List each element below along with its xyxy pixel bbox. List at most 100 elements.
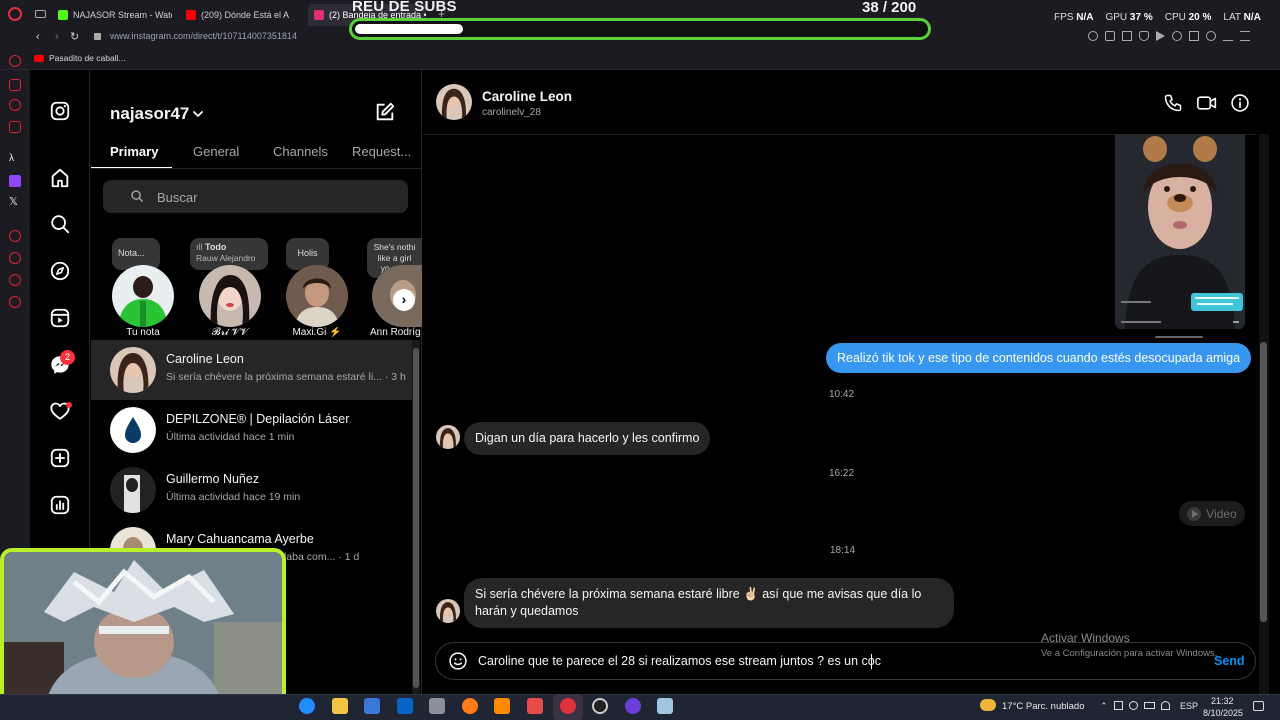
profile-icon[interactable] <box>1206 31 1216 41</box>
tab-youtube[interactable]: (209) Dónde Está el A <box>180 4 300 26</box>
sidebar-twitch-icon[interactable] <box>9 175 21 187</box>
sidebar-settings-icon[interactable] <box>9 296 21 308</box>
message-sent[interactable]: Realizó tik tok y ese tipo de contenidos… <box>826 343 1252 373</box>
sidebar-x-icon[interactable]: 𝕏 <box>9 196 21 208</box>
tab-general[interactable]: General <box>193 144 239 159</box>
avatar <box>110 347 156 393</box>
message-received[interactable]: Si sería chévere la próxima semana estar… <box>464 578 954 628</box>
volume-icon[interactable] <box>1128 701 1138 710</box>
chat-contact-name[interactable]: Caroline Leon <box>482 89 572 104</box>
phone-call-icon[interactable] <box>1163 93 1183 113</box>
create-icon[interactable] <box>49 447 71 469</box>
app-icon[interactable] <box>625 698 641 714</box>
sender-avatar[interactable] <box>436 599 460 623</box>
opera-icon[interactable] <box>560 698 576 714</box>
tab-najasor-stream[interactable]: NAJASOR Stream - Watch <box>52 4 172 26</box>
sidebar-aria-icon[interactable] <box>9 79 21 91</box>
snapshot-icon[interactable] <box>1122 31 1132 41</box>
bookmark-item[interactable]: Pasadito de caball... <box>34 53 126 63</box>
menu-icon[interactable] <box>1240 31 1250 41</box>
lock-icon <box>94 33 101 40</box>
avatar <box>110 467 156 513</box>
sidebar-kick-icon[interactable]: λ <box>9 153 21 165</box>
weather-icon <box>980 699 996 711</box>
opera-menu-icon[interactable] <box>8 7 22 21</box>
search-icon[interactable] <box>49 213 71 235</box>
vlc-icon[interactable] <box>494 698 510 714</box>
sidebar-downloads-icon[interactable] <box>9 274 21 286</box>
language-indicator[interactable]: ESP <box>1180 701 1198 711</box>
file-explorer-icon[interactable] <box>332 698 348 714</box>
thread-item[interactable]: Caroline Leon Si sería chévere la próxim… <box>91 340 412 400</box>
download-icon[interactable] <box>1223 31 1233 41</box>
extensions-icon[interactable] <box>1189 31 1199 41</box>
stat-lat: LAT N/A <box>1223 12 1261 23</box>
reload-icon[interactable]: ↻ <box>70 30 79 43</box>
forward-icon[interactable]: › <box>55 31 59 43</box>
chevron-up-icon[interactable]: ⌃ <box>1100 701 1108 712</box>
edge-icon[interactable] <box>299 698 315 714</box>
tab-overview-icon[interactable] <box>35 10 46 18</box>
clock-time[interactable]: 21:32 <box>1211 696 1234 706</box>
chat-scrollbar-thumb[interactable] <box>1260 342 1267 622</box>
sidebar-opera-icon[interactable] <box>9 55 21 67</box>
sidebar-messenger-icon[interactable] <box>9 99 21 111</box>
shield-icon[interactable] <box>1139 31 1149 41</box>
sidebar-player-icon[interactable] <box>9 230 21 242</box>
account-switcher[interactable]: najasor47 <box>110 104 189 124</box>
pin-icon[interactable] <box>1105 31 1115 41</box>
send-button[interactable]: Send <box>1214 654 1245 668</box>
stat-gpu: GPU 37 % <box>1105 12 1153 23</box>
store-icon[interactable] <box>364 698 380 714</box>
network-icon[interactable] <box>1113 701 1123 710</box>
sidebar-history-icon[interactable] <box>9 252 21 264</box>
home-icon[interactable] <box>49 167 71 189</box>
emoji-icon[interactable] <box>448 651 468 671</box>
avatar-bri[interactable] <box>199 265 261 327</box>
shared-story-card[interactable] <box>1115 135 1245 329</box>
instagram-logo-icon[interactable] <box>49 100 71 122</box>
sender-avatar[interactable] <box>436 425 460 449</box>
message-input-value[interactable]: Caroline que te parece el 28 si realizam… <box>478 654 881 668</box>
thread-item[interactable]: DEPILZONE® | Depilación Láser Última act… <box>91 400 412 460</box>
clock-date[interactable]: 8/10/2025 <box>1203 708 1243 718</box>
stories-next-button[interactable]: › <box>393 289 415 311</box>
firefox-icon[interactable] <box>462 698 478 714</box>
reels-icon[interactable] <box>49 307 71 329</box>
back-icon[interactable]: ‹ <box>36 31 40 43</box>
headset-icon[interactable] <box>1160 701 1170 710</box>
outlook-icon[interactable] <box>397 698 413 714</box>
chat-avatar[interactable] <box>436 84 472 120</box>
avatar-maxi[interactable] <box>286 265 348 327</box>
battery-icon[interactable] <box>1143 702 1155 709</box>
conversation-info-icon[interactable] <box>1230 93 1250 113</box>
url-field[interactable]: www.instagram.com/direct/t/1071140073518… <box>110 31 297 41</box>
message-received[interactable]: Digan un día para hacerlo y les confirmo <box>464 422 711 455</box>
sidebar-whatsapp-icon[interactable] <box>9 121 21 133</box>
inbox-scrollbar-thumb[interactable] <box>413 348 419 688</box>
search-input[interactable] <box>103 180 408 213</box>
video-call-icon[interactable] <box>1196 93 1218 113</box>
webcam-overlay <box>0 548 286 718</box>
player-icon[interactable] <box>1156 31 1165 41</box>
explore-icon[interactable] <box>49 260 71 282</box>
app-icon[interactable] <box>527 698 543 714</box>
thread-item[interactable]: Guillermo Nuñez Última actividad hace 19… <box>91 460 412 520</box>
obs-icon[interactable] <box>592 698 608 714</box>
avatar-own-note[interactable] <box>112 265 174 327</box>
weather-text[interactable]: 17°C Parc. nublado <box>1002 701 1085 712</box>
heart-icon[interactable] <box>1172 31 1182 41</box>
tab-requests[interactable]: Request... <box>352 144 411 159</box>
zoom-icon[interactable] <box>1088 31 1098 41</box>
compose-icon[interactable] <box>374 101 396 123</box>
app-icon[interactable] <box>429 698 445 714</box>
dashboard-icon[interactable] <box>49 494 71 516</box>
video-message[interactable]: Video <box>1179 501 1245 526</box>
chevron-down-icon[interactable] <box>192 109 204 119</box>
tab-primary[interactable]: Primary <box>110 144 158 159</box>
activate-windows-subtitle: Ve a Configuración para activar Windows. <box>1041 648 1218 659</box>
notification-dot <box>66 402 72 408</box>
app-icon[interactable] <box>657 698 673 714</box>
tab-channels[interactable]: Channels <box>273 144 328 159</box>
notifications-icon[interactable] <box>1253 701 1264 711</box>
